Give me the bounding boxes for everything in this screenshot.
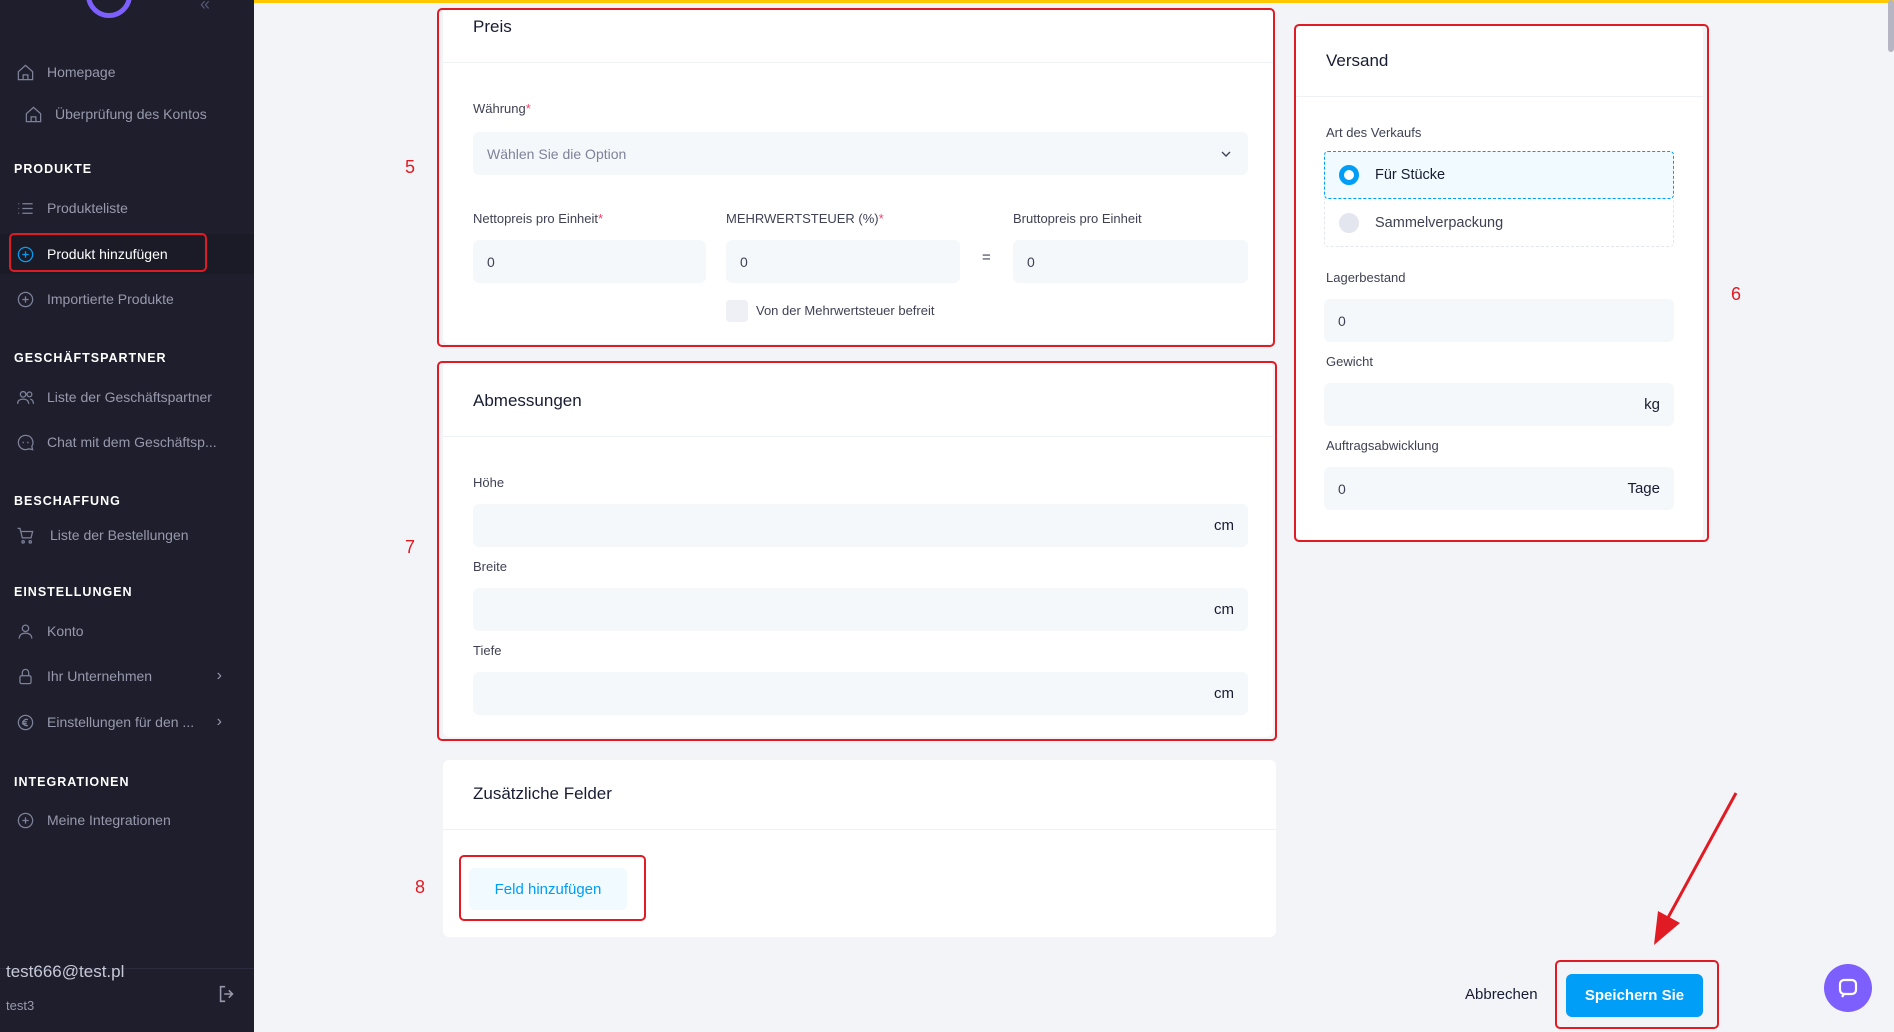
annotation-box-save — [1555, 960, 1719, 1029]
user-name: test3 — [6, 998, 35, 1013]
chevron-right-icon: › — [216, 713, 222, 730]
sidebar-item-homepage[interactable]: Homepage — [0, 52, 254, 92]
logo — [86, 0, 132, 18]
euro-icon — [14, 711, 36, 733]
sidebar-item-account-verification[interactable]: Überprüfung des Kontos — [0, 94, 254, 134]
sidebar-item-integrationen[interactable]: Meine Integrationen — [0, 800, 254, 840]
annotation-box-add-field — [459, 855, 646, 921]
zusatz-title: Zusätzliche Felder — [473, 784, 612, 803]
support-chat-button[interactable] — [1824, 964, 1872, 1012]
lock-icon — [14, 665, 36, 687]
annotation-number-7: 7 — [405, 537, 416, 557]
cart-icon — [14, 524, 36, 546]
sidebar-item-konto[interactable]: Konto — [0, 611, 254, 651]
section-title-produkte: PRODUKTE — [14, 162, 93, 176]
user-icon — [14, 620, 36, 642]
chat-bubble-icon — [1838, 978, 1858, 998]
section-title-beschaffung: BESCHAFFUNG — [14, 494, 121, 508]
annotation-arrow — [1654, 792, 1738, 945]
user-email: test666@test.pl — [6, 962, 125, 981]
section-title-geschaeftspartner: GESCHÄFTSPARTNER — [14, 351, 167, 365]
top-accent-bar — [254, 0, 1894, 3]
cancel-button[interactable]: Abbrechen — [1465, 986, 1538, 1003]
home-icon — [22, 103, 44, 125]
annotation-box-versand — [1294, 24, 1709, 542]
sidebar: « Homepage Überprüfung des Kontos PRODUK… — [0, 0, 254, 1032]
sidebar-item-importierte-produkte[interactable]: Importierte Produkte — [0, 279, 254, 319]
section-title-integrationen: INTEGRATIONEN — [14, 775, 130, 789]
annotation-box-active-nav — [9, 233, 207, 272]
sidebar-item-produkteliste[interactable]: Produkteliste — [0, 188, 254, 228]
sidebar-item-partner-chat[interactable]: Chat mit dem Geschäftsp... — [0, 422, 254, 462]
annotation-box-abmessungen — [437, 361, 1277, 741]
sidebar-item-unternehmen[interactable]: Ihr Unternehmen › — [0, 656, 254, 696]
users-icon — [14, 386, 36, 408]
sidebar-item-partner-liste[interactable]: Liste der Geschäftspartner — [0, 377, 254, 417]
sidebar-item-einstellungen-den[interactable]: Einstellungen für den ... › — [0, 702, 254, 742]
logout-icon[interactable] — [216, 983, 238, 1005]
annotation-number-5: 5 — [405, 157, 416, 177]
annotation-number-6: 6 — [1731, 284, 1742, 304]
annotation-number-8: 8 — [415, 877, 426, 897]
collapse-sidebar-icon[interactable]: « — [200, 0, 210, 15]
add-circle-icon — [14, 809, 36, 831]
section-title-einstellungen: EINSTELLUNGEN — [14, 585, 133, 599]
home-icon — [14, 61, 36, 83]
divider — [443, 829, 1276, 830]
list-icon — [14, 197, 36, 219]
annotation-box-preis — [437, 8, 1275, 347]
chevron-right-icon: › — [216, 667, 222, 684]
sidebar-item-bestellungen[interactable]: Liste der Bestellungen — [0, 515, 254, 555]
chat-icon — [14, 431, 36, 453]
scrollbar[interactable] — [1888, 0, 1894, 52]
add-circle-icon — [14, 288, 36, 310]
